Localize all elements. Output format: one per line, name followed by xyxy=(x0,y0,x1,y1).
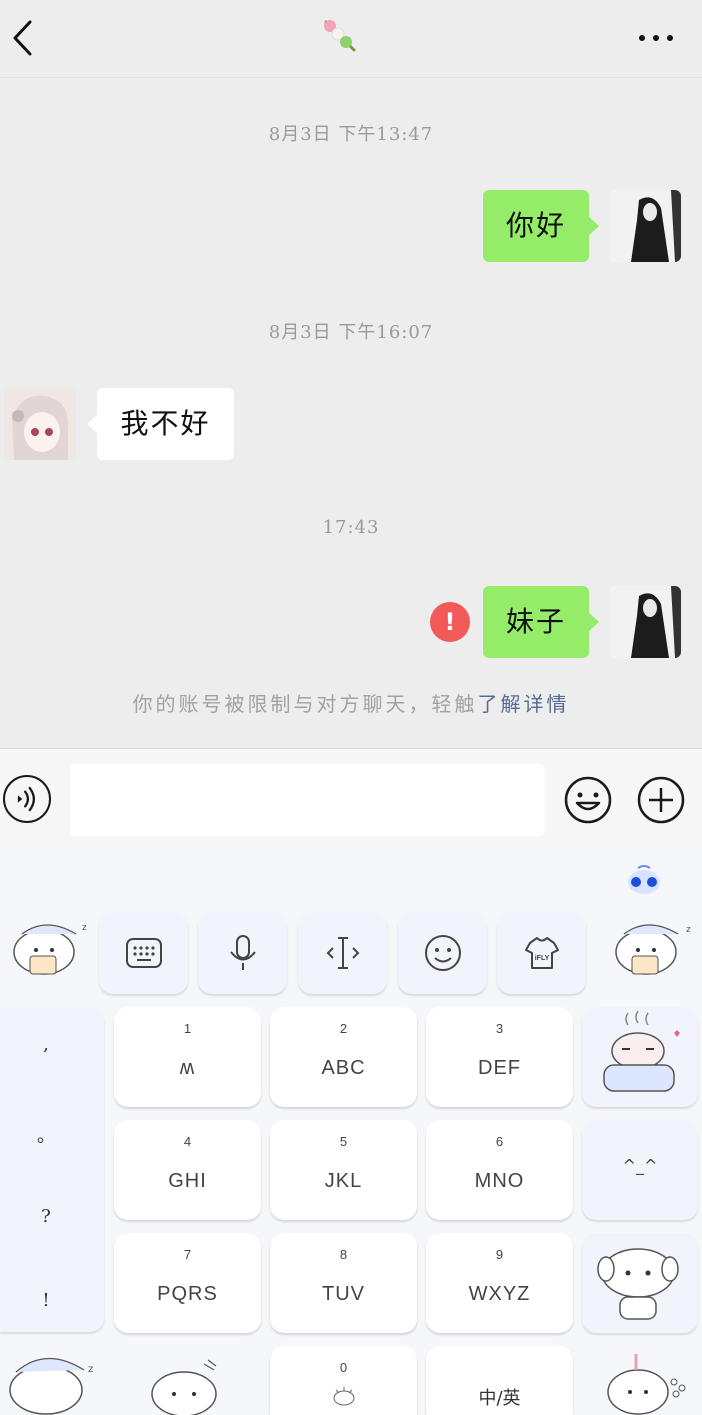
avatar-me[interactable] xyxy=(609,586,681,658)
timestamp: 8月3日 下午16:07 xyxy=(268,322,434,343)
svg-text:z: z xyxy=(88,1364,93,1375)
notice-text: 你的账号被限制与对方聊天，轻触 xyxy=(132,692,478,716)
ime-keyboard: z iFLY z , 。 ? ! 1 ʍ 2 ABC 3 DEF 4 GHI 5… xyxy=(0,850,702,1415)
key-number: 6 xyxy=(495,1134,504,1149)
key-number: 7 xyxy=(183,1247,192,1262)
sticker-key[interactable] xyxy=(582,1233,698,1333)
ifly-logo-icon[interactable] xyxy=(624,862,664,898)
key-letters: PQRS xyxy=(157,1283,218,1305)
key-number: 0 xyxy=(339,1360,348,1375)
svg-text:z: z xyxy=(82,923,87,933)
punctuation-column: , 。 ? ! xyxy=(0,1006,104,1332)
key-9[interactable]: 9 WXYZ xyxy=(426,1233,573,1333)
ifly-skin-icon: iFLY xyxy=(524,937,559,969)
message-bubble-received[interactable]: 我不好 xyxy=(87,388,234,460)
mascot-sticker-icon: z xyxy=(13,923,87,975)
more-dots-icon[interactable] xyxy=(636,26,676,50)
learn-more-link[interactable]: 了解详情 xyxy=(478,692,570,716)
key-letters: TUV xyxy=(322,1283,365,1305)
key-number: 3 xyxy=(495,1021,504,1036)
sticker-key[interactable] xyxy=(582,1007,698,1107)
emoji-tool[interactable] xyxy=(398,912,487,994)
key-number: 9 xyxy=(495,1247,504,1262)
key-letters: DEF xyxy=(478,1057,521,1079)
key-2[interactable]: 2 ABC xyxy=(270,1007,417,1107)
timestamp: 17:43 xyxy=(322,517,380,538)
keyboard-tool[interactable] xyxy=(99,912,188,994)
mascot-bottle-icon xyxy=(607,1354,686,1415)
send-failed-icon[interactable]: ! xyxy=(430,602,470,642)
mascot-sticker-icon xyxy=(151,1359,217,1415)
message-bubble-sent[interactable]: 你好 xyxy=(483,190,599,262)
key-4[interactable]: 4 GHI xyxy=(114,1120,261,1220)
key-1[interactable]: 1 ʍ xyxy=(114,1007,261,1107)
microphone-icon xyxy=(229,935,256,970)
space-mascot-icon xyxy=(333,1387,355,1406)
restriction-notice: 你的账号被限制与对方聊天，轻触了解详情 xyxy=(0,688,702,717)
voice-input-tool[interactable] xyxy=(198,912,287,994)
key-number: 1 xyxy=(183,1021,192,1036)
punct-key-period[interactable]: 。 xyxy=(0,1122,92,1148)
mascot-thinking-icon xyxy=(597,1248,679,1320)
key-letters: JKL xyxy=(324,1170,363,1192)
mascot-bath-icon xyxy=(603,1010,680,1092)
message-bubble-sent[interactable]: 妹子 xyxy=(483,586,599,658)
svg-text:z: z xyxy=(686,925,691,935)
top-bar xyxy=(0,0,702,78)
emoji-icon[interactable] xyxy=(563,775,613,825)
avatar-me[interactable] xyxy=(609,190,681,262)
key-number: 2 xyxy=(339,1021,348,1036)
input-bar xyxy=(0,748,702,850)
skin-label: iFLY xyxy=(534,955,549,962)
key-number: 8 xyxy=(339,1247,348,1262)
lang-switch-label: 中/英 xyxy=(478,1388,521,1409)
key-letters: MNO xyxy=(474,1170,525,1192)
key-letters: ABC xyxy=(321,1057,366,1079)
key-0[interactable]: 0 xyxy=(270,1346,417,1415)
message-input[interactable] xyxy=(70,764,545,836)
key-number: 4 xyxy=(183,1134,192,1149)
key-letters: WXYZ xyxy=(468,1283,531,1305)
face-key-label: ^_^ xyxy=(622,1156,658,1175)
key-letters: GHI xyxy=(168,1170,207,1192)
plus-icon[interactable] xyxy=(636,775,686,825)
mascot-sticker-icon: z xyxy=(9,1357,93,1415)
mascot-sticker-icon: z xyxy=(615,924,691,975)
timestamp: 8月3日 下午13:47 xyxy=(268,124,434,145)
lang-switch-key[interactable]: 中/英 xyxy=(426,1346,573,1415)
key-5[interactable]: 5 JKL xyxy=(270,1120,417,1220)
key-7[interactable]: 7 PQRS xyxy=(114,1233,261,1333)
key-6[interactable]: 6 MNO xyxy=(426,1120,573,1220)
smiley-icon xyxy=(424,935,461,971)
keyboard-icon xyxy=(125,938,162,968)
cursor-icon xyxy=(326,937,359,969)
key-8[interactable]: 8 TUV xyxy=(270,1233,417,1333)
punct-key-exclaim[interactable]: ! xyxy=(0,1290,92,1311)
skin-tool[interactable]: iFLY xyxy=(497,912,586,994)
dango-emoji-icon xyxy=(324,20,356,52)
face-key[interactable]: ^_^ xyxy=(582,1120,698,1220)
key-3[interactable]: 3 DEF xyxy=(426,1007,573,1107)
punct-key-comma[interactable]: , xyxy=(0,1034,92,1055)
chevron-left-icon[interactable] xyxy=(10,18,40,58)
key-letters: ʍ xyxy=(179,1057,196,1079)
key-number: 5 xyxy=(339,1134,348,1149)
voice-icon[interactable] xyxy=(3,775,51,823)
punct-key-question[interactable]: ? xyxy=(0,1206,92,1227)
avatar-other[interactable] xyxy=(4,388,76,460)
cursor-tool[interactable] xyxy=(298,912,387,994)
